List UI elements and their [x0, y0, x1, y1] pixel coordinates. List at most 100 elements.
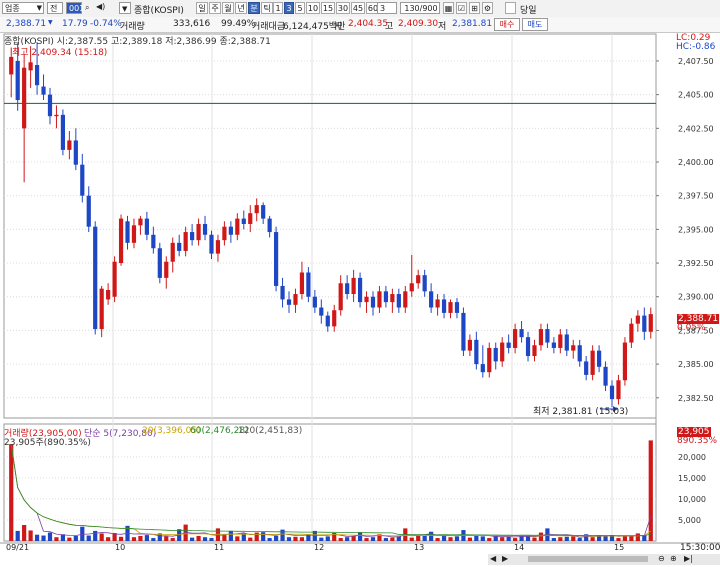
volume-bar	[513, 538, 518, 541]
candle-body	[222, 226, 227, 241]
candle-body	[332, 310, 337, 327]
candle-body	[551, 342, 556, 348]
chart-scrollbar[interactable]: ◀ ▶ ⊖ ⊕ ▶|	[488, 554, 720, 565]
candle-body	[564, 334, 569, 351]
price-tick-label: 2,390.00	[678, 293, 714, 302]
candle-body	[183, 232, 188, 251]
candle-body	[131, 225, 137, 243]
chart-canvas[interactable]: 2,382.502,385.002,387.502,390.002,392.50…	[0, 0, 720, 567]
candle-body	[15, 60, 20, 101]
candle-body	[448, 302, 453, 313]
volume-bar	[80, 526, 85, 541]
candle-body	[280, 285, 285, 300]
volume-bar	[319, 537, 324, 541]
candle-body	[577, 345, 582, 362]
volume-bar	[500, 537, 505, 541]
zoom-out-icon[interactable]: ⊖	[658, 554, 665, 563]
candle-body	[390, 294, 395, 303]
volume-bar	[345, 537, 350, 541]
volume-bar	[422, 535, 427, 541]
volume-bar	[202, 537, 208, 541]
candle-body	[293, 294, 298, 305]
price-tick-label: 2,382.50	[678, 394, 714, 403]
candle-body	[190, 232, 195, 241]
x-tick-label: 13	[414, 543, 424, 552]
x-tick-label: 10	[115, 543, 125, 552]
volume-bar	[293, 536, 298, 541]
candle-body	[558, 334, 563, 348]
candle-body	[609, 385, 615, 400]
candle-body	[99, 288, 104, 330]
volume-bar	[235, 536, 240, 541]
candle-body	[118, 218, 124, 264]
candle-body	[209, 234, 214, 254]
volume-bar	[222, 535, 227, 541]
candle-body	[525, 337, 531, 357]
candle-body	[170, 242, 175, 262]
price-tick-label: 2,402.50	[678, 124, 714, 133]
volume-tick-label: 10,000	[678, 495, 706, 504]
volume-bar	[190, 537, 195, 541]
candle-body	[467, 339, 472, 351]
volume-bar	[558, 537, 563, 541]
time-label: 15:30:00	[680, 543, 720, 553]
candle-body	[125, 221, 130, 243]
volume-bar	[648, 440, 653, 541]
low-annotation: 최저 2,381.81 (15:03)	[533, 407, 629, 417]
volume-bar	[209, 538, 214, 541]
volume-bar	[351, 535, 356, 541]
volume-bar	[15, 530, 20, 541]
candle-body	[487, 347, 492, 373]
volume-bar	[228, 530, 233, 541]
ma120-legend: 120(2,451,83)	[238, 426, 303, 436]
volume-bar	[629, 536, 634, 541]
price-tick-label: 2,400.00	[678, 158, 714, 167]
volume-bar	[429, 531, 434, 541]
volume-tick-label: 15,000	[678, 474, 706, 483]
volume-bar	[370, 537, 376, 541]
candle-body	[86, 195, 91, 227]
zoom-in-icon[interactable]: ⊕	[670, 554, 677, 563]
candle-body	[642, 315, 647, 332]
x-tick-label: 09/21	[6, 543, 29, 552]
candle-body	[286, 299, 292, 305]
volume-bar	[299, 537, 305, 541]
candle-body	[177, 242, 182, 251]
candle-body	[616, 380, 621, 400]
candle-body	[513, 329, 518, 348]
scroll-left-icon[interactable]: ◀	[490, 554, 496, 563]
scroll-end-icon[interactable]: ▶|	[684, 554, 693, 563]
candle-body	[345, 283, 350, 295]
candle-body	[306, 272, 311, 297]
candle-body	[9, 56, 14, 75]
volume-bar	[325, 536, 330, 541]
candle-body	[429, 291, 434, 308]
volume-sub-legend: 23,905주(890.35%)	[4, 438, 91, 448]
volume-bar	[635, 533, 640, 541]
candle-body	[164, 261, 169, 278]
candle-body	[622, 342, 628, 381]
candle-body	[603, 366, 608, 386]
volume-bar	[106, 537, 111, 541]
scroll-thumb[interactable]	[528, 556, 648, 562]
candle-body	[319, 307, 324, 316]
candle-body	[215, 240, 221, 254]
volume-bar	[551, 538, 556, 541]
candle-body	[273, 232, 279, 286]
x-tick-label: 14	[514, 543, 524, 552]
price-tick-label: 2,407.50	[678, 57, 714, 66]
volume-bar	[93, 530, 98, 541]
candle-body	[648, 314, 653, 332]
candle-body	[474, 339, 479, 365]
candle-body	[157, 248, 162, 278]
price-tick-label: 2,395.00	[678, 225, 714, 234]
candle-body	[196, 223, 201, 241]
candle-body	[41, 86, 46, 95]
price-panel	[3, 33, 657, 419]
volume-bar	[467, 537, 472, 541]
volume-bar	[383, 538, 389, 541]
candle-body	[338, 283, 343, 311]
candle-body	[54, 114, 59, 117]
scroll-right-icon[interactable]: ▶	[502, 554, 508, 563]
volume-bar	[67, 537, 72, 541]
